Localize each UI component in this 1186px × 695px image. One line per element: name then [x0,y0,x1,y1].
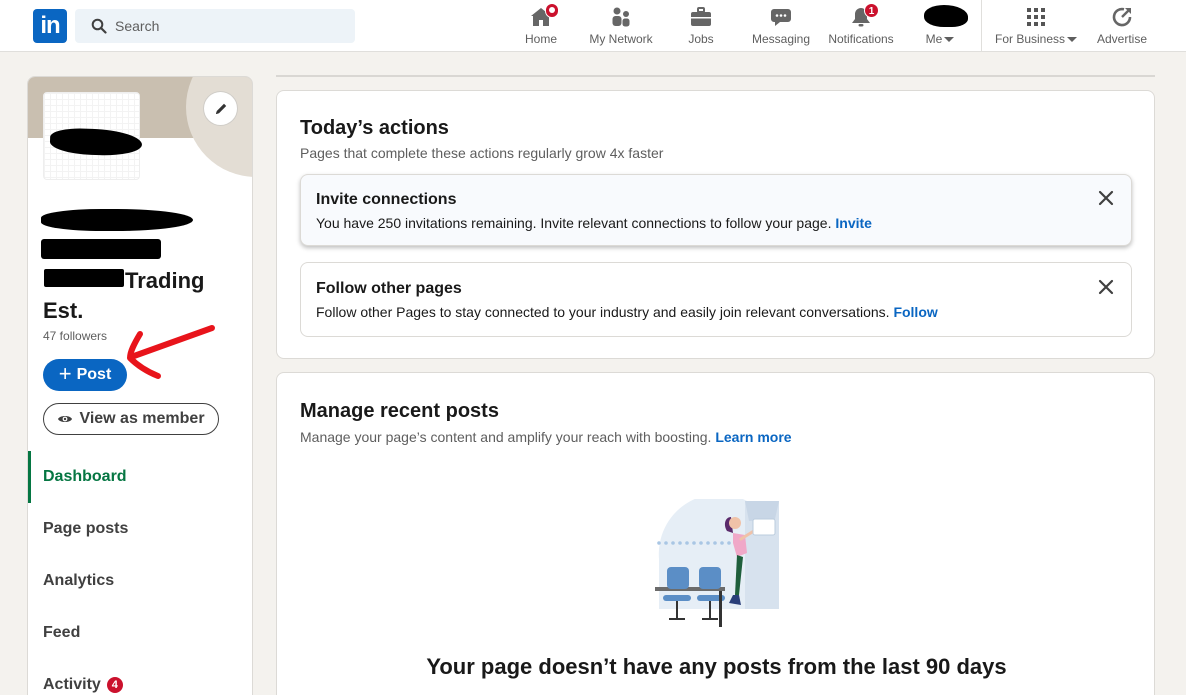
post-button-label: Post [76,366,112,383]
follow-link[interactable]: Follow [893,304,937,320]
todays-actions-subtitle: Pages that complete these actions regula… [300,145,664,161]
sidebar-item-label: Activity [43,676,101,693]
sidebar-item-label: Feed [43,624,81,641]
invite-link[interactable]: Invite [835,215,872,231]
nav-me[interactable]: Me [915,5,968,49]
avatar-redacted [924,5,968,27]
nav-advertise[interactable]: Advertise [1093,5,1151,49]
followers-count: 47 followers [43,329,108,343]
view-as-member-label: View as member [79,410,205,427]
bell-icon: 1 [849,3,879,29]
nav-for-business[interactable]: For Business [992,5,1080,49]
learn-more-link[interactable]: Learn more [715,429,791,445]
action-description-text: Follow other Pages to stay connected to … [316,304,890,320]
empty-posts-illustration [655,499,779,627]
linkedin-logo[interactable]: in [33,9,67,43]
activity-count-badge: 4 [106,676,123,693]
annotation-arrow [127,325,215,379]
action-title: Invite connections [316,191,457,208]
search-input[interactable] [115,9,345,43]
action-invite-connections: Invite connections You have 250 invitati… [300,174,1132,246]
avatar [915,5,968,29]
manage-recent-posts-card: Manage recent posts Manage your page’s c… [276,372,1155,695]
message-icon [769,5,793,29]
post-button[interactable]: + Post [43,359,127,391]
page-name-line1: Trading [125,268,205,293]
empty-posts-message: Your page doesn’t have any posts from th… [426,654,1007,679]
action-description-text: You have 250 invitations remaining. Invi… [316,215,832,231]
chevron-down-icon [944,37,955,43]
sidebar-item-feed[interactable]: Feed [28,607,252,659]
plus-icon: + [58,361,72,386]
nav-notifications-label: Notifications [828,32,894,46]
nav-notifications[interactable]: 1 Notifications [823,3,899,49]
sidebar-item-activity[interactable]: Activity 4 [28,659,252,695]
chevron-down-icon [1067,37,1078,43]
home-icon [529,3,559,29]
nav-for-business-label: For Business [994,32,1066,46]
nav-for-business-label-wrap: For Business [992,32,1080,46]
close-icon[interactable] [1097,278,1115,296]
grid-icon [1024,5,1048,29]
action-description: Follow other Pages to stay connected to … [316,304,938,320]
manage-posts-subtitle-text: Manage your page’s content and amplify y… [300,429,712,445]
edit-page-button[interactable] [204,92,237,125]
people-icon [609,5,633,29]
name-redaction [41,209,193,231]
pencil-icon [215,103,226,114]
nav-my-network-label: My Network [589,32,653,46]
nav-home[interactable]: Home [516,3,566,49]
nav-jobs[interactable]: Jobs [680,5,722,49]
nav-my-network[interactable]: My Network [583,5,659,49]
page-logo[interactable] [43,92,143,180]
search-bar[interactable] [75,9,355,43]
action-follow-other-pages: Follow other pages Follow other Pages to… [300,262,1132,337]
top-nav: in Home My Network Jobs Messaging [0,0,1186,52]
search-icon [91,18,107,34]
page-sidebar-card: Trading Est. 47 followers + Post View as… [27,76,253,695]
sidebar-item-label: Analytics [43,572,115,589]
sidebar-item-label: Page posts [43,520,129,537]
sidebar-item-page-posts[interactable]: Page posts [28,503,252,555]
manage-posts-title: Manage recent posts [300,400,499,422]
sidebar-item-label: Dashboard [43,468,127,485]
briefcase-icon [689,5,713,29]
todays-actions-card: Today’s actions Pages that complete thes… [276,90,1155,359]
home-notification-dot [545,3,559,18]
nav-home-label: Home [524,32,557,46]
advertise-icon [1110,5,1134,29]
close-icon[interactable] [1097,189,1115,207]
nav-jobs-label: Jobs [688,32,714,46]
nav-divider [981,0,982,52]
nav-advertise-label: Advertise [1096,32,1148,46]
content-top-rule [276,75,1155,77]
notifications-count-badge: 1 [864,3,879,18]
action-description: You have 250 invitations remaining. Invi… [316,215,872,231]
eye-icon [58,416,73,422]
action-title: Follow other pages [316,280,462,297]
nav-me-label-wrap: Me [915,32,965,46]
todays-actions-title: Today’s actions [300,117,449,139]
view-as-member-button[interactable]: View as member [43,403,219,435]
nav-messaging[interactable]: Messaging [748,5,814,49]
nav-me-label: Me [925,32,943,46]
name-redaction [41,239,161,259]
nav-messaging-label: Messaging [751,32,811,46]
sidebar-item-analytics[interactable]: Analytics [28,555,252,607]
page-name: Trading Est. [43,266,243,326]
manage-posts-subtitle: Manage your page’s content and amplify y… [300,429,792,445]
page-name-line2: Est. [43,298,84,323]
sidebar-item-dashboard[interactable]: Dashboard [28,451,252,503]
page-logo-redacted [49,127,143,157]
page-admin-nav: Dashboard Page posts Analytics Feed Acti… [28,451,252,695]
